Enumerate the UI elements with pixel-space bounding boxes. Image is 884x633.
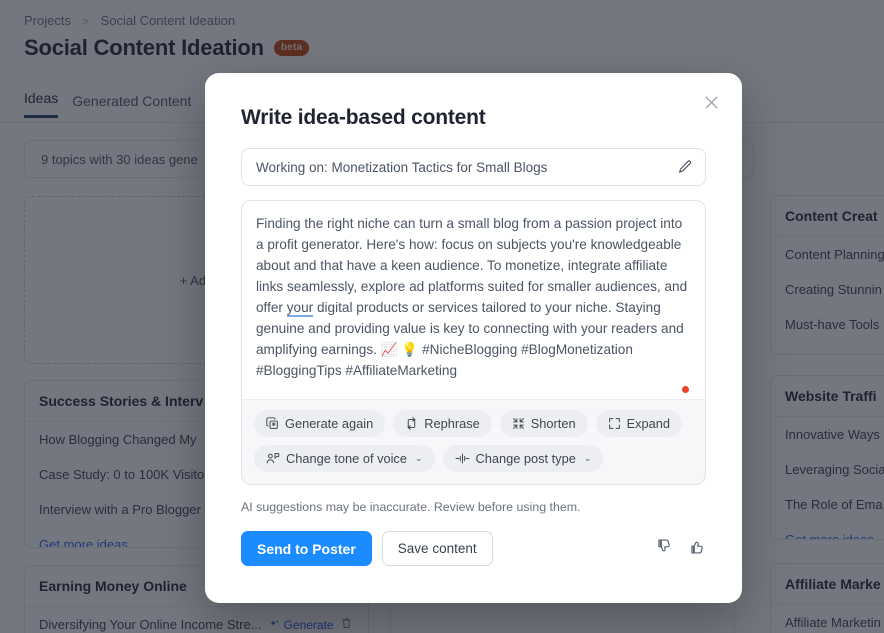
person-speech-icon [266, 452, 280, 465]
modal-title: Write idea-based content [241, 106, 486, 129]
expand-icon [608, 417, 621, 430]
shorten-button[interactable]: Shorten [499, 410, 588, 437]
change-post-type-button[interactable]: Change post type ⌄ [442, 445, 604, 472]
chevron-down-icon: ⌄ [583, 453, 592, 463]
close-icon[interactable] [698, 89, 724, 115]
working-on-text: Working on: Monetization Tactics for Sma… [256, 159, 548, 175]
generated-content-text[interactable]: Finding the right niche can turn a small… [256, 213, 691, 399]
chip-label: Change tone of voice [286, 451, 407, 466]
generate-again-button[interactable]: Generate again [254, 410, 386, 437]
shorten-icon [512, 417, 525, 430]
modal-footer: Send to Poster Save content [241, 531, 706, 566]
chip-label: Shorten [530, 416, 576, 431]
copy-icon [266, 417, 279, 430]
swap-icon [405, 417, 418, 430]
write-content-modal: Write idea-based content Working on: Mon… [205, 73, 742, 603]
ai-disclaimer: AI suggestions may be inaccurate. Review… [241, 500, 581, 514]
chip-label: Generate again [285, 416, 374, 431]
pencil-edit-icon[interactable] [677, 159, 693, 175]
chip-label: Rephrase [424, 416, 480, 431]
rephrase-button[interactable]: Rephrase [393, 410, 492, 437]
feedback-controls [656, 538, 706, 560]
change-tone-of-voice-button[interactable]: Change tone of voice ⌄ [254, 445, 435, 472]
send-to-poster-button[interactable]: Send to Poster [241, 531, 372, 566]
expand-button[interactable]: Expand [595, 410, 682, 437]
spellcheck-word[interactable]: your [286, 300, 314, 317]
ai-actions-toolbar: Generate again Rephrase Shorten Expand C… [242, 399, 705, 484]
post-type-icon [455, 452, 470, 465]
chip-label: Expand [626, 416, 670, 431]
thumbs-up-icon[interactable] [689, 538, 706, 560]
save-content-button[interactable]: Save content [381, 531, 493, 566]
chevron-down-icon: ⌄ [414, 453, 423, 463]
generated-content-box: Finding the right niche can turn a small… [241, 200, 706, 485]
app-root: Projects > Social Content Ideation Socia… [0, 0, 884, 633]
working-on-field[interactable]: Working on: Monetization Tactics for Sma… [241, 148, 706, 186]
content-part-2: digital products or services tailored to… [256, 300, 684, 378]
thumbs-down-icon[interactable] [656, 538, 673, 560]
chip-label: Change post type [475, 451, 576, 466]
unsaved-changes-dot [682, 386, 689, 393]
